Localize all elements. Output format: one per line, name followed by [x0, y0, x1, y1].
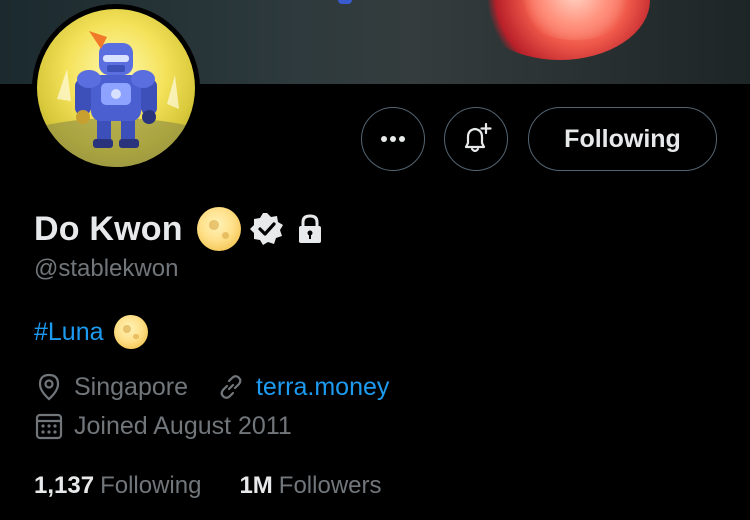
joined-text: Joined August 2011	[74, 411, 292, 440]
followers-label: Followers	[278, 472, 382, 499]
luna-emoji-icon	[113, 315, 148, 349]
profile-stats: 1,137 Following 1M Followers	[34, 472, 382, 500]
following-stat-link[interactable]: 1,137 Following	[34, 472, 201, 500]
followers-stat-link[interactable]: 1M Followers	[239, 472, 381, 500]
profile-name-row: Do Kwon	[34, 205, 327, 253]
calendar-icon	[35, 413, 63, 440]
joined-item: Joined August 2011	[34, 411, 292, 441]
following-count: 1,137	[34, 472, 95, 499]
display-name: Do Kwon	[34, 209, 183, 248]
avatar-image	[37, 9, 195, 167]
location-item: Singapore	[34, 372, 188, 402]
more-horizontal-icon	[381, 136, 405, 142]
profile-bio: #Luna	[34, 314, 148, 350]
more-options-button[interactable]	[361, 107, 425, 171]
notifications-button[interactable]	[444, 107, 508, 171]
followers-count: 1M	[239, 472, 273, 499]
following-label: Following	[100, 472, 202, 499]
website-link[interactable]: terra.money	[256, 373, 389, 402]
location-pin-icon	[38, 373, 60, 401]
luna-emoji-icon	[196, 207, 241, 251]
website-item: terra.money	[216, 372, 389, 402]
robot-avatar-icon	[37, 31, 195, 167]
banner-detail	[338, 0, 352, 4]
avatar[interactable]	[32, 4, 200, 172]
link-icon	[220, 375, 242, 399]
verified-badge-icon[interactable]	[249, 211, 285, 247]
profile-joined-row: Joined August 2011	[34, 411, 292, 441]
bio-hashtag-link[interactable]: #Luna	[34, 318, 104, 347]
following-button[interactable]: Following	[528, 107, 717, 171]
bell-plus-icon	[464, 122, 492, 153]
lock-icon	[298, 214, 321, 243]
location-text: Singapore	[74, 372, 188, 401]
profile-handle: @stablekwon	[34, 255, 179, 282]
profile-meta-row: Singapore terra.money	[34, 372, 389, 402]
